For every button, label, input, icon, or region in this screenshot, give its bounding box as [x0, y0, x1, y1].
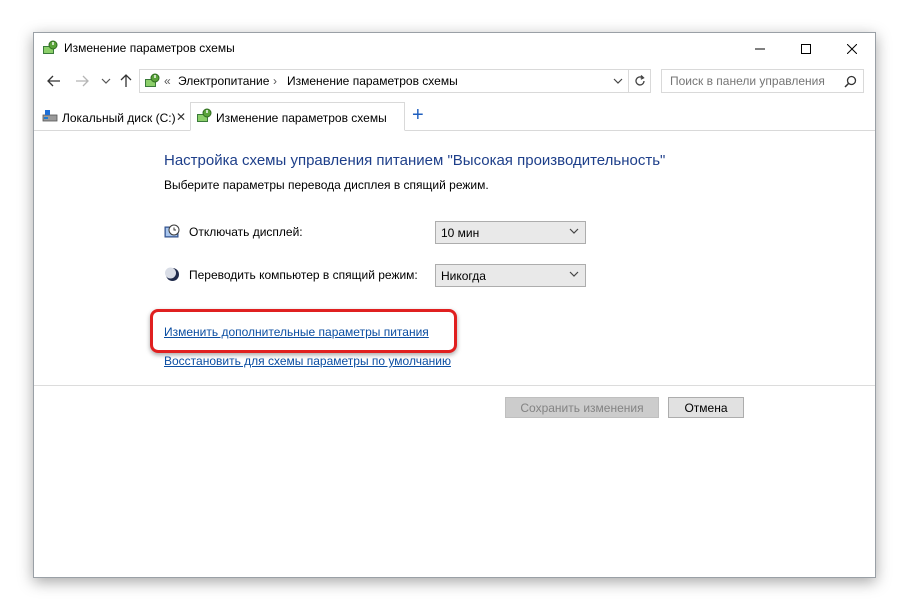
- breadcrumb-power-options[interactable]: Электропитание: [178, 74, 269, 88]
- back-button[interactable]: [44, 72, 64, 90]
- arrow-left-icon: [47, 75, 60, 87]
- tab-edit-plan[interactable]: Изменение параметров схемы: [190, 102, 405, 131]
- close-button[interactable]: [829, 33, 875, 64]
- minimize-button[interactable]: [737, 33, 783, 64]
- up-button[interactable]: [116, 72, 136, 90]
- maximize-icon: [801, 43, 811, 54]
- drive-icon: [42, 110, 58, 122]
- address-bar: « Электропитание › Изменение параметров …: [34, 64, 875, 98]
- tab-close-icon[interactable]: ✕: [176, 110, 186, 124]
- breadcrumb-edit-plan[interactable]: Изменение параметров схемы: [287, 74, 458, 88]
- display-off-select[interactable]: 10 мин: [435, 221, 586, 244]
- chevron-down-icon: [569, 228, 579, 234]
- tab-bar: Локальный диск (C:) ✕ Изменение параметр…: [34, 101, 875, 131]
- advanced-settings-link[interactable]: Изменить дополнительные параметры питани…: [164, 325, 429, 339]
- restore-defaults-link[interactable]: Восстановить для схемы параметры по умол…: [164, 354, 451, 368]
- new-tab-button[interactable]: +: [412, 104, 424, 127]
- refresh-icon[interactable]: [633, 74, 647, 88]
- footer-divider: [34, 385, 875, 386]
- search-icon[interactable]: [844, 75, 857, 88]
- tab-local-disk[interactable]: Локальный диск (C:) ✕: [38, 102, 190, 131]
- search-input[interactable]: [662, 70, 837, 92]
- power-options-icon: [43, 40, 58, 54]
- display-clock-icon: [164, 224, 180, 238]
- address-divider: [628, 70, 629, 92]
- chevron-down-icon: [569, 271, 579, 277]
- display-off-value: 10 мин: [441, 226, 480, 240]
- arrow-up-icon: [120, 74, 132, 87]
- title-bar: Изменение параметров схемы: [34, 33, 875, 64]
- sleep-value: Никогда: [441, 269, 486, 283]
- sleep-moon-icon: [165, 267, 179, 281]
- window-title: Изменение параметров схемы: [64, 41, 235, 55]
- cancel-button[interactable]: Отмена: [668, 397, 744, 418]
- breadcrumb-overflow[interactable]: «: [164, 74, 171, 88]
- page-title: Настройка схемы управления питанием "Выс…: [164, 152, 666, 169]
- address-input[interactable]: « Электропитание › Изменение параметров …: [139, 69, 651, 93]
- chevron-down-icon[interactable]: [613, 78, 623, 85]
- chevron-down-icon: [101, 78, 111, 84]
- power-options-icon: [197, 108, 212, 122]
- minimize-icon: [755, 48, 765, 49]
- search-box[interactable]: [661, 69, 864, 93]
- maximize-button[interactable]: [783, 33, 829, 64]
- arrow-right-icon: [76, 75, 89, 87]
- forward-button[interactable]: [72, 72, 92, 90]
- tab-label: Изменение параметров схемы: [216, 111, 387, 125]
- save-button[interactable]: Сохранить изменения: [505, 397, 659, 418]
- breadcrumb-separator: ›: [273, 74, 277, 88]
- display-off-label: Отключать дисплей:: [189, 225, 303, 239]
- sleep-label: Переводить компьютер в спящий режим:: [189, 268, 418, 282]
- page-subtitle: Выберите параметры перевода дисплея в сп…: [164, 178, 489, 192]
- recent-locations-button[interactable]: [96, 72, 116, 90]
- power-options-icon: [145, 73, 160, 87]
- control-panel-window: Изменение параметров схемы « Электропита…: [33, 32, 876, 578]
- close-icon: [847, 43, 857, 54]
- tab-label: Локальный диск (C:): [62, 111, 176, 125]
- sleep-select[interactable]: Никогда: [435, 264, 586, 287]
